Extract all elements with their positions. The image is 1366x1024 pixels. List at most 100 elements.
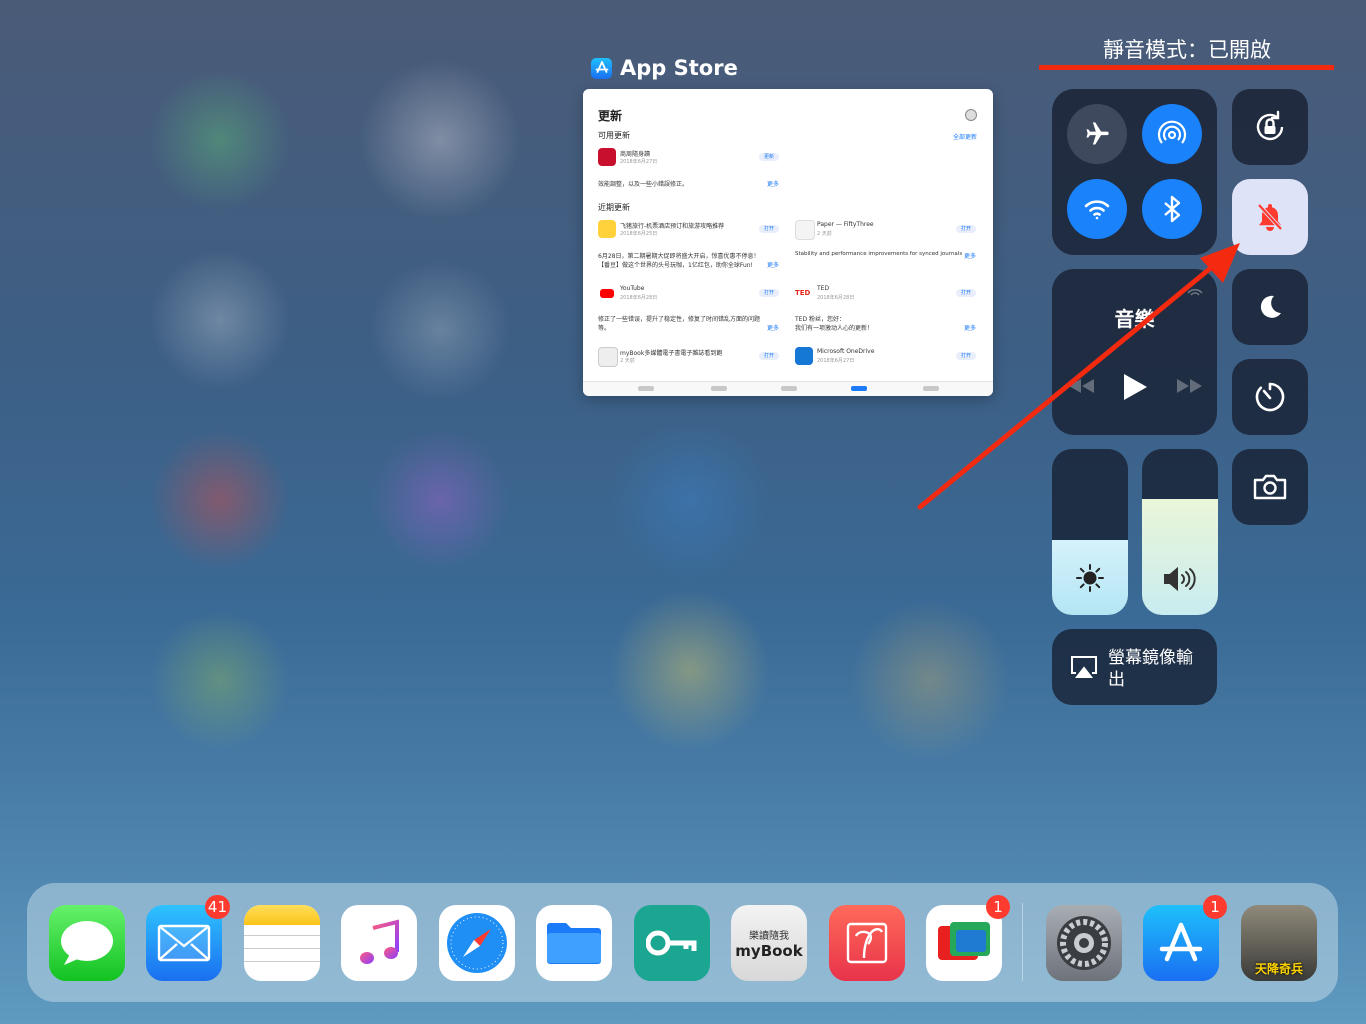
tab-search[interactable] bbox=[923, 386, 939, 391]
open-button[interactable]: 打开 bbox=[956, 289, 976, 297]
dock-app-notes[interactable] bbox=[244, 905, 320, 981]
update-note: Stability and performance improvements f… bbox=[795, 251, 963, 257]
app-name: 商周隨身讀 bbox=[620, 151, 651, 158]
do-not-disturb-toggle[interactable] bbox=[1232, 269, 1308, 345]
app-icon bbox=[598, 347, 618, 367]
wallet-icon bbox=[938, 922, 990, 960]
account-avatar[interactable] bbox=[965, 109, 977, 121]
airdrop-icon bbox=[1157, 120, 1187, 144]
dock-app-safari[interactable] bbox=[439, 905, 515, 981]
update-note: 修正了一些错误，提升了稳定性，修复了时间错乱方面的问题 bbox=[598, 316, 761, 323]
bell-slash-icon bbox=[1257, 203, 1283, 231]
game-label: 天降奇兵 bbox=[1254, 962, 1303, 976]
airplane-mode-toggle[interactable] bbox=[1067, 104, 1127, 164]
key-icon bbox=[646, 930, 697, 956]
more-link[interactable]: 更多 bbox=[767, 260, 779, 269]
wifi-icon bbox=[1084, 200, 1110, 220]
app-store-icon bbox=[591, 57, 612, 79]
volume-slider[interactable] bbox=[1142, 449, 1218, 615]
forward-button[interactable] bbox=[1175, 377, 1205, 399]
tab-today[interactable] bbox=[638, 386, 654, 391]
palm-brush-icon bbox=[846, 922, 888, 964]
dock-app-app-store[interactable]: 1 bbox=[1143, 895, 1227, 981]
app-store-preview-card[interactable]: 更新 可用更新 全部更新 商周隨身讀 2018年6月27日 更新 效能調整，以及… bbox=[583, 89, 993, 396]
volume-level bbox=[1142, 498, 1218, 615]
notification-badge: 41 bbox=[204, 895, 230, 919]
mybook-label: myBook bbox=[735, 941, 803, 960]
gear-icon bbox=[1057, 916, 1111, 970]
silent-mode-toggle[interactable] bbox=[1232, 179, 1308, 255]
wifi-toggle[interactable] bbox=[1067, 179, 1127, 239]
sun-icon bbox=[1052, 563, 1128, 593]
timer-icon bbox=[1255, 382, 1285, 412]
update-note: 6月28日，第二期暑期大促即将盛大开启，惊喜优惠不停息！ bbox=[598, 253, 760, 260]
app-name: 飞猪旅行-机票酒店预订和旅游攻略推荐 bbox=[620, 223, 725, 230]
update-note: 我们有一项激动人心的更新！ bbox=[795, 325, 874, 332]
dock-app-settings[interactable] bbox=[1046, 905, 1122, 981]
dock-app-messages[interactable] bbox=[49, 905, 125, 981]
more-link[interactable]: 更多 bbox=[964, 251, 976, 260]
screen-mirroring-label: 螢幕鏡像輸出 bbox=[1108, 648, 1193, 690]
airplane-icon bbox=[1086, 122, 1109, 145]
dock-app-pixelmator[interactable] bbox=[829, 905, 905, 981]
open-button[interactable]: 打开 bbox=[956, 225, 976, 233]
dock-app-pubg[interactable]: 天降奇兵 bbox=[1241, 905, 1317, 981]
dock-app-music[interactable] bbox=[341, 905, 417, 981]
tab-games[interactable] bbox=[711, 386, 727, 391]
app-icon: TED bbox=[795, 284, 813, 302]
app-name: Microsoft OneDrive bbox=[817, 348, 875, 355]
app-icon bbox=[598, 220, 616, 238]
app-date: 2018年6月28日 bbox=[620, 295, 658, 301]
music-panel[interactable]: 音樂 bbox=[1052, 269, 1217, 435]
update-all-link[interactable]: 全部更新 bbox=[953, 132, 977, 141]
rotation-lock-toggle[interactable] bbox=[1232, 89, 1308, 165]
open-button[interactable]: 打开 bbox=[759, 289, 779, 297]
compass-icon bbox=[447, 913, 507, 973]
app-icon bbox=[598, 284, 616, 302]
open-button[interactable]: 打开 bbox=[759, 225, 779, 233]
dock-app-files[interactable] bbox=[536, 905, 612, 981]
dock-app-mail[interactable]: 41 bbox=[146, 895, 230, 981]
play-button[interactable] bbox=[1122, 373, 1148, 405]
dock-app-mybook[interactable]: 樂讀隨我 myBook bbox=[731, 905, 807, 981]
app-date: 2018年6月28日 bbox=[817, 295, 855, 301]
tab-apps[interactable] bbox=[781, 386, 797, 391]
timer-button[interactable] bbox=[1232, 359, 1308, 435]
rotation-lock-icon bbox=[1256, 110, 1284, 141]
app-name: myBook多媒體電子書電子雜誌看到飽 bbox=[620, 350, 723, 357]
app-icon bbox=[598, 148, 616, 166]
bluetooth-icon bbox=[1164, 195, 1181, 223]
dock: 41 樂讀隨我 myBook 1 1 天降奇兵 bbox=[27, 883, 1338, 1002]
update-button[interactable]: 更新 bbox=[759, 153, 779, 161]
silent-mode-annotation: 靜音模式：已開啟 bbox=[1103, 38, 1271, 62]
tab-updates[interactable] bbox=[851, 386, 867, 391]
screen-mirroring-button[interactable]: 螢幕鏡像輸出 bbox=[1052, 629, 1217, 705]
connectivity-panel bbox=[1052, 89, 1217, 255]
airplay-icon bbox=[1070, 655, 1098, 683]
folder-icon bbox=[547, 923, 601, 964]
app-icon bbox=[795, 220, 815, 240]
app-date: 2 天前 bbox=[817, 231, 832, 237]
dock-app-vpn[interactable] bbox=[634, 905, 710, 981]
app-name: TED bbox=[817, 285, 830, 292]
open-button[interactable]: 打开 bbox=[956, 352, 976, 360]
updates-header: 更新 bbox=[598, 109, 623, 123]
brightness-slider[interactable] bbox=[1052, 449, 1128, 615]
update-note: TED 粉丝，您好： bbox=[795, 316, 845, 323]
rewind-button[interactable] bbox=[1066, 377, 1096, 399]
camera-button[interactable] bbox=[1232, 449, 1308, 525]
fast-forward-icon bbox=[1177, 379, 1202, 393]
more-link[interactable]: 更多 bbox=[964, 323, 976, 332]
bluetooth-toggle[interactable] bbox=[1142, 179, 1202, 239]
airdrop-toggle[interactable] bbox=[1142, 104, 1202, 164]
dock-app-wallet[interactable]: 1 bbox=[926, 895, 1010, 981]
app-switcher-title[interactable]: App Store bbox=[591, 56, 738, 80]
airplay-audio-icon[interactable] bbox=[1185, 281, 1205, 301]
open-button[interactable]: 打开 bbox=[759, 352, 779, 360]
notification-badge: 1 bbox=[1203, 895, 1227, 919]
more-link[interactable]: 更多 bbox=[767, 323, 779, 332]
music-title: 音樂 bbox=[1114, 307, 1155, 331]
more-link[interactable]: 更多 bbox=[767, 179, 779, 188]
app-store-icon bbox=[1159, 922, 1203, 962]
available-updates-heading: 可用更新 bbox=[598, 131, 630, 140]
